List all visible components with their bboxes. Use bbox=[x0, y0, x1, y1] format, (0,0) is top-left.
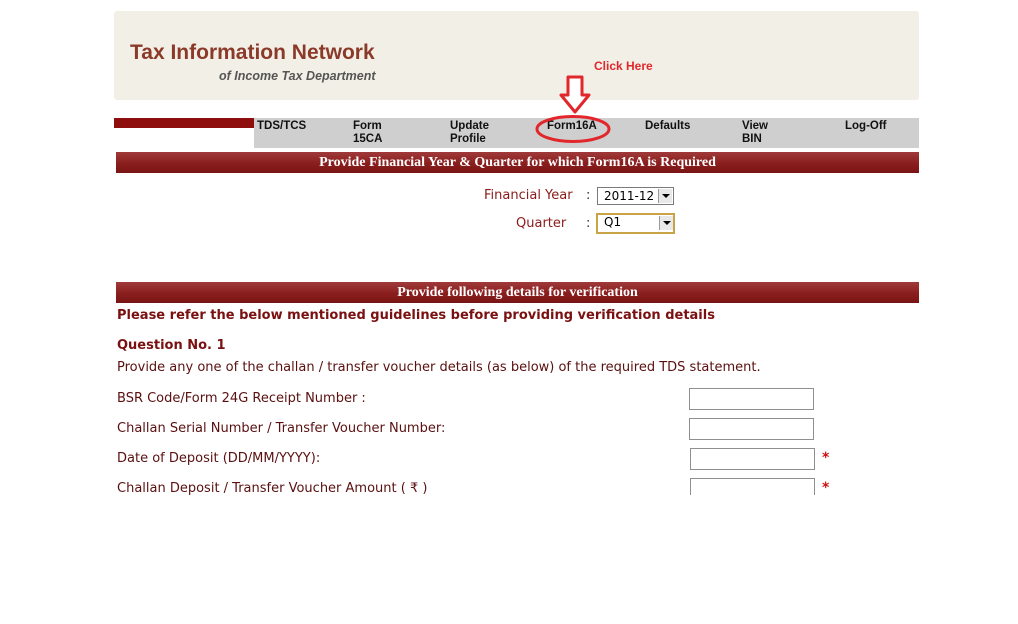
deposit-amount-input[interactable] bbox=[690, 478, 815, 495]
quarter-label: Quarter bbox=[516, 216, 567, 231]
challan-serial-input[interactable] bbox=[689, 418, 814, 440]
quarter-select[interactable]: Q1 bbox=[596, 213, 675, 234]
clipped-row: Challan Deposit / Transfer Voucher Amoun… bbox=[0, 475, 1018, 495]
quarter-value: Q1 bbox=[604, 215, 622, 229]
date-of-deposit-label: Date of Deposit (DD/MM/YYYY): bbox=[117, 451, 321, 466]
deposit-amount-label: Challan Deposit / Transfer Voucher Amoun… bbox=[117, 481, 428, 495]
question-heading: Question No. 1 bbox=[117, 338, 226, 353]
financial-year-label: Financial Year bbox=[484, 188, 573, 203]
required-marker: * bbox=[822, 480, 830, 495]
bsr-code-label: BSR Code/Form 24G Receipt Number : bbox=[117, 391, 366, 406]
guidelines-heading: Please refer the below mentioned guideli… bbox=[117, 308, 715, 323]
nav-accent-bar bbox=[114, 118, 254, 128]
nav-item-view-bin[interactable]: View BIN bbox=[742, 120, 768, 146]
arrow-down-icon bbox=[559, 75, 591, 114]
financial-year-colon: : bbox=[586, 188, 591, 203]
nav-item-update-profile[interactable]: Update Profile bbox=[450, 120, 489, 146]
nav-item-tds-tcs[interactable]: TDS/TCS bbox=[257, 120, 306, 133]
quarter-colon: : bbox=[586, 216, 591, 231]
site-subtitle: of Income Tax Department bbox=[219, 69, 376, 83]
financial-year-value: 2011-12 bbox=[604, 189, 655, 203]
site-title: Tax Information Network bbox=[130, 41, 375, 64]
chevron-down-icon[interactable] bbox=[658, 189, 672, 203]
nav-item-defaults[interactable]: Defaults bbox=[645, 120, 690, 133]
bsr-code-input[interactable] bbox=[689, 388, 814, 410]
verification-banner: Provide following details for verificati… bbox=[116, 282, 919, 303]
question-instruction: Provide any one of the challan / transfe… bbox=[117, 360, 761, 375]
required-marker: * bbox=[822, 450, 830, 466]
financial-year-select[interactable]: 2011-12 bbox=[597, 187, 674, 205]
click-here-annotation: Click Here bbox=[594, 59, 653, 73]
challan-serial-label: Challan Serial Number / Transfer Voucher… bbox=[117, 421, 446, 436]
financial-year-banner: Provide Financial Year & Quarter for whi… bbox=[116, 152, 919, 173]
chevron-down-icon[interactable] bbox=[659, 216, 673, 230]
date-of-deposit-input[interactable] bbox=[690, 448, 815, 470]
nav-item-form-15ca[interactable]: Form 15CA bbox=[353, 120, 382, 146]
highlight-circle-icon bbox=[535, 115, 611, 143]
nav-item-log-off[interactable]: Log-Off bbox=[845, 120, 887, 133]
